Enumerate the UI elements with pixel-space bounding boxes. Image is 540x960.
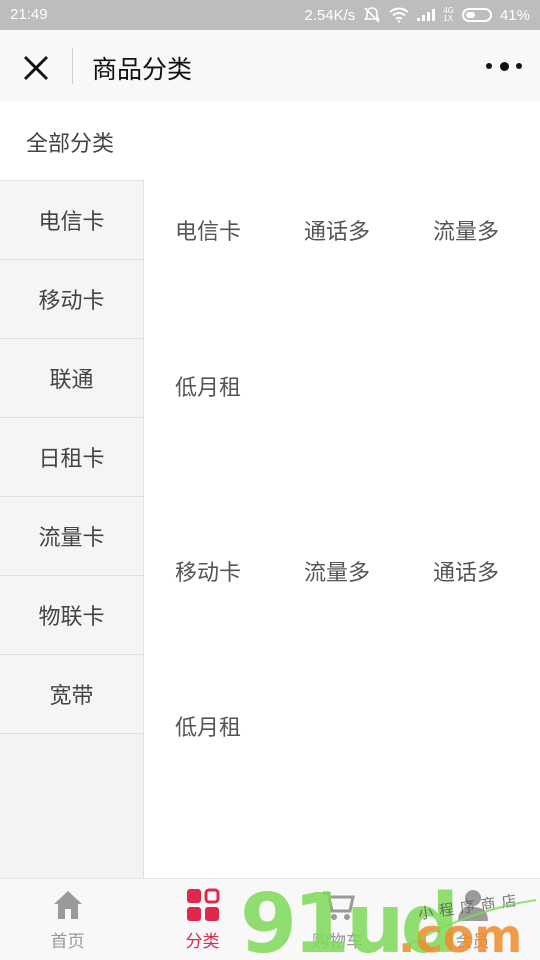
tab-member-label: 会员 (455, 932, 490, 952)
category-sidebar: 电信卡 移动卡 联通 日租卡 流量卡 物联卡 宽带 (0, 180, 144, 878)
subcategory-item[interactable]: 移动卡 (148, 555, 268, 587)
cart-icon (322, 891, 355, 920)
sidebar-item-mobile[interactable]: 移动卡 (0, 260, 143, 339)
sidebar-item-daily[interactable]: 日租卡 (0, 418, 143, 497)
tab-category[interactable]: 分类 (135, 887, 270, 952)
status-right: 2.54K/s 4G 1X 41% (304, 6, 530, 24)
subcategory-item[interactable]: 通话多 (406, 555, 526, 587)
all-categories-header[interactable]: 全部分类 (26, 126, 114, 158)
subcategory-item[interactable]: 流量多 (406, 214, 526, 246)
subcategory-item[interactable]: 通话多 (277, 214, 397, 246)
network-type: 4G 1X (443, 6, 454, 23)
subcategory-item[interactable]: 低月租 (148, 710, 268, 742)
tab-member[interactable]: 会员 (405, 887, 540, 952)
nav-bar: 商品分类 (0, 30, 540, 102)
mute-bell-icon (364, 7, 381, 23)
battery-percent: 41% (499, 6, 530, 24)
close-icon[interactable] (18, 50, 54, 86)
sidebar-item-data[interactable]: 流量卡 (0, 497, 143, 576)
nav-divider (72, 48, 73, 84)
tab-bar: 首页 分类 购物车 会员 (0, 878, 540, 960)
page-title: 商品分类 (92, 55, 193, 84)
user-icon (457, 890, 488, 921)
tab-cart-label: 购物车 (312, 932, 363, 952)
sidebar-item-broadband[interactable]: 宽带 (0, 655, 143, 734)
wifi-icon (389, 7, 409, 23)
tab-cart[interactable]: 购物车 (270, 887, 405, 952)
home-icon (53, 891, 82, 919)
sidebar-item-unicom[interactable]: 联通 (0, 339, 143, 418)
subcategory-item[interactable]: 流量多 (277, 555, 397, 587)
more-icon[interactable] (486, 54, 522, 78)
battery-icon (461, 8, 492, 22)
status-bar: 21:49 2.54K/s 4G 1X 41% (0, 0, 540, 30)
status-time: 21:49 (10, 6, 48, 23)
sidebar-item-telecom[interactable]: 电信卡 (0, 181, 143, 260)
sidebar-item-iot[interactable]: 物联卡 (0, 576, 143, 655)
network-speed: 2.54K/s (304, 6, 356, 24)
signal-icon (417, 9, 436, 21)
tab-category-label: 分类 (185, 932, 220, 952)
tab-home-label: 首页 (50, 932, 85, 952)
category-grid-icon (186, 888, 219, 921)
subcategory-item[interactable]: 电信卡 (148, 214, 268, 246)
tab-home[interactable]: 首页 (0, 887, 135, 952)
subcategory-item[interactable]: 低月租 (148, 370, 268, 402)
